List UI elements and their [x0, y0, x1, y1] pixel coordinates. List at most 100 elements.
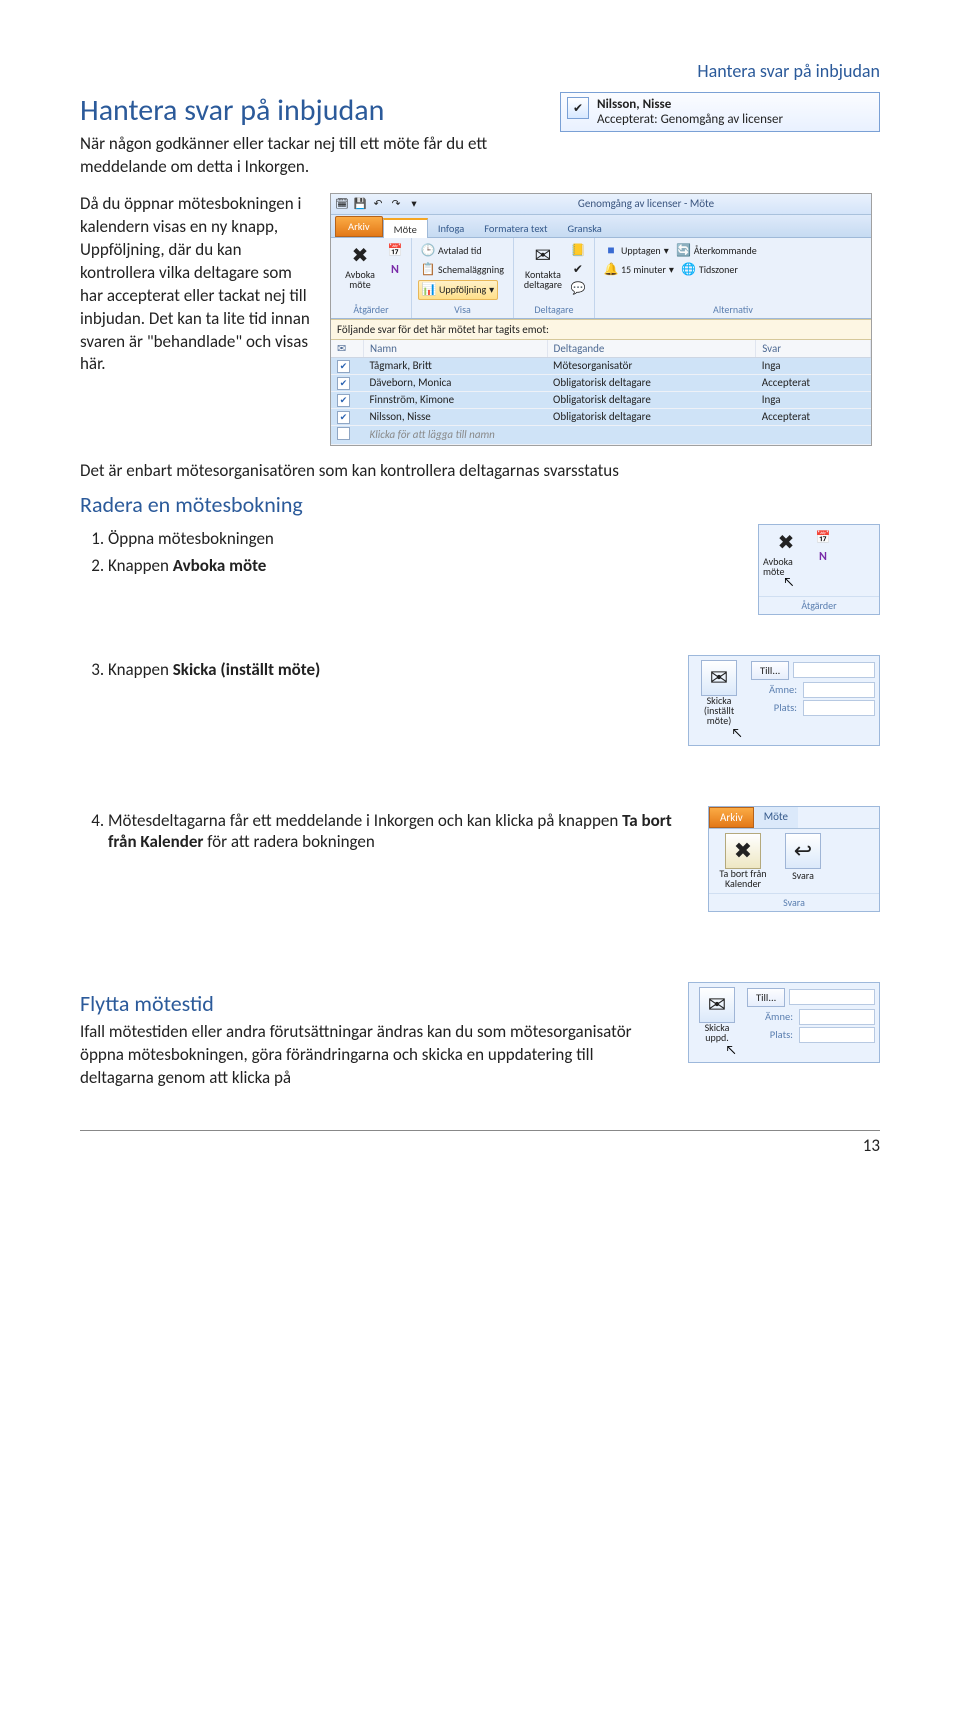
amne-label: Ämne:: [751, 683, 799, 696]
ribbon-explanation: Då du öppnar mötesbokningen i kalendern …: [80, 193, 310, 377]
plats-label: Plats:: [747, 1028, 795, 1041]
tab-formatera-text[interactable]: Formatera text: [474, 219, 557, 237]
checkbox-icon[interactable]: [337, 427, 350, 440]
till-button[interactable]: Till...: [751, 661, 789, 680]
window-title: Genomgång av licenser - Möte: [425, 197, 867, 210]
send-update-icon[interactable]: ✉: [699, 987, 735, 1023]
fig-skicka-uppd: ✉ Skicka uppd. ↖ Till... Ämne: Plats:: [688, 982, 880, 1063]
responses-table: ✉ Namn Deltagande Svar ✔ Tågmark, Britt …: [331, 340, 871, 445]
table-row[interactable]: ✔ Däveborn, Monica Obligatorisk deltagar…: [331, 374, 871, 391]
checknames-icon[interactable]: ✔: [568, 261, 588, 279]
group-label: Åtgärder: [759, 596, 879, 614]
cursor-icon: ↖: [725, 1043, 736, 1058]
ribbon-screenshot: 🗓 💾 ↶ ↷ ▾ Genomgång av licenser - Möte A…: [330, 193, 872, 446]
fig-avboka: ✖ Avboka möte 📅 N ↖ Åtgärder: [758, 524, 880, 615]
plats-field[interactable]: [803, 700, 875, 716]
heading-hantera-svar: Hantera svar på inbjudan: [80, 92, 540, 129]
tab-arkiv[interactable]: Arkiv: [709, 807, 754, 828]
col-namn[interactable]: Namn: [364, 340, 548, 358]
till-field[interactable]: [789, 989, 875, 1005]
tab-granska[interactable]: Granska: [557, 219, 611, 237]
calendar-mini-icon[interactable]: 📅: [813, 529, 833, 547]
redo-icon[interactable]: ↷: [389, 197, 403, 211]
accept-name: Nilsson, Nisse: [597, 97, 783, 112]
uppfoljning-button[interactable]: 📊Uppföljning▾: [418, 280, 498, 300]
footer-rule: [80, 1130, 880, 1131]
amne-field[interactable]: [803, 682, 875, 698]
responses-icon[interactable]: 💬: [568, 280, 588, 298]
cursor-icon: ↖: [783, 575, 903, 590]
flytta-text: Ifall mötestiden eller andra förutsättni…: [80, 1021, 668, 1090]
calendar-accept-icon: ✔: [567, 97, 589, 119]
onenote-mini-icon[interactable]: N: [385, 261, 405, 279]
calendar-cancel-icon: ✖: [346, 242, 374, 270]
ribbon-group-atgarder: ✖ Avboka möte 📅 N Åtgärder: [331, 238, 412, 318]
add-name-row[interactable]: Klicka för att lägga till namn: [331, 425, 871, 444]
undo-icon[interactable]: ↶: [371, 197, 385, 211]
tabort-kalender-button[interactable]: Ta bort från Kalender: [713, 869, 773, 889]
kontakta-deltagare-button[interactable]: ✉ Kontakta deltagare: [520, 242, 566, 298]
amne-label: Ämne:: [747, 1010, 795, 1023]
avboka-mote-button[interactable]: ✖ Avboka möte: [337, 242, 383, 290]
tab-mote[interactable]: Möte: [754, 807, 798, 828]
plats-field[interactable]: [799, 1027, 875, 1043]
skicka-installt-button[interactable]: Skicka (inställt möte): [693, 696, 745, 726]
till-button[interactable]: Till...: [747, 988, 785, 1007]
contact-icon: ✉: [529, 242, 557, 270]
mail-icon: ✉: [337, 342, 346, 355]
ribbon-group-alternativ: ■Upptagen▾ 🔄Återkommande 🔔15 minuter▾ 🌐T…: [595, 238, 871, 318]
upptagen-dropdown[interactable]: ■Upptagen▾: [601, 242, 672, 260]
calendar-mini-icon[interactable]: 📅: [385, 242, 405, 260]
calendar-cancel-icon: ✖: [772, 529, 800, 557]
till-field[interactable]: [793, 662, 875, 678]
checkbox-icon[interactable]: ✔: [337, 411, 350, 424]
heading-flytta: Flytta mötestid: [80, 990, 668, 1017]
table-row[interactable]: ✔ Tågmark, Britt Mötesorganisatör Inga: [331, 357, 871, 374]
skicka-uppd-button[interactable]: Skicka uppd.: [693, 1023, 741, 1043]
group-label-deltagare: Deltagare: [520, 301, 588, 318]
avtalad-tid-button[interactable]: 🕒Avtalad tid: [418, 242, 485, 260]
amne-field[interactable]: [799, 1009, 875, 1025]
col-deltagande[interactable]: Deltagande: [547, 340, 756, 358]
svara-button[interactable]: Svara: [792, 869, 814, 882]
step-2: Knappen Avboka möte: [108, 555, 738, 576]
running-header: Hantera svar på inbjudan: [80, 60, 880, 82]
cursor-icon: ↖: [731, 726, 742, 741]
tab-mote[interactable]: Möte: [383, 218, 428, 238]
tab-arkiv[interactable]: Arkiv: [335, 216, 383, 237]
tidszoner-button[interactable]: 🌐Tidszoner: [679, 261, 741, 279]
qat-dropdown-icon[interactable]: ▾: [407, 197, 421, 211]
tab-infoga[interactable]: Infoga: [428, 219, 474, 237]
checkbox-icon[interactable]: ✔: [337, 394, 350, 407]
ribbon-tabs: Arkiv Möte Infoga Formatera text Granska: [331, 215, 871, 238]
dropdown-icon: ▾: [489, 283, 494, 296]
table-row[interactable]: ✔ Nilsson, Nisse Obligatorisk deltagare …: [331, 408, 871, 425]
checkbox-icon[interactable]: ✔: [337, 377, 350, 390]
save-icon[interactable]: 💾: [353, 197, 367, 211]
step-4: Mötesdeltagarna får ett meddelande i Ink…: [108, 810, 688, 852]
fig-tabort: Arkiv Möte ✖ Ta bort från Kalender ↩ Sva…: [708, 806, 880, 912]
page-number: 13: [80, 1135, 880, 1156]
accept-status: Accepterat: Genomgång av licenser: [597, 112, 783, 127]
checkbox-icon[interactable]: ✔: [337, 360, 350, 373]
quick-access-toolbar: 🗓 💾 ↶ ↷ ▾ Genomgång av licenser - Möte: [331, 194, 871, 215]
reply-icon[interactable]: ↩: [785, 833, 821, 869]
step-3: Knappen Skicka (inställt möte): [108, 659, 668, 680]
col-svar[interactable]: Svar: [756, 340, 871, 358]
aterkommande-button[interactable]: 🔄Återkommande: [674, 242, 760, 260]
outlook-icon: 🗓: [335, 197, 349, 211]
plats-label: Plats:: [751, 701, 799, 714]
avboka-mote-button[interactable]: ✖ Avboka möte: [763, 529, 809, 577]
group-label-alternativ: Alternativ: [601, 301, 865, 318]
schemalaggning-button[interactable]: 📋Schemaläggning: [418, 261, 507, 279]
send-cancel-icon[interactable]: ✉: [701, 660, 737, 696]
onenote-mini-icon[interactable]: N: [813, 548, 833, 566]
group-label-visa: Visa: [418, 301, 507, 318]
group-label-atgarder: Åtgärder: [337, 301, 405, 318]
remove-calendar-icon[interactable]: ✖: [725, 833, 761, 869]
addressbook-icon[interactable]: 📒: [568, 242, 588, 260]
step-1: Öppna mötesbokningen: [108, 528, 738, 549]
table-row[interactable]: ✔ Finnström, Kimone Obligatorisk deltaga…: [331, 391, 871, 408]
heading-radera: Radera en mötesbokning: [80, 491, 880, 518]
reminder-dropdown[interactable]: 🔔15 minuter▾: [601, 261, 677, 279]
